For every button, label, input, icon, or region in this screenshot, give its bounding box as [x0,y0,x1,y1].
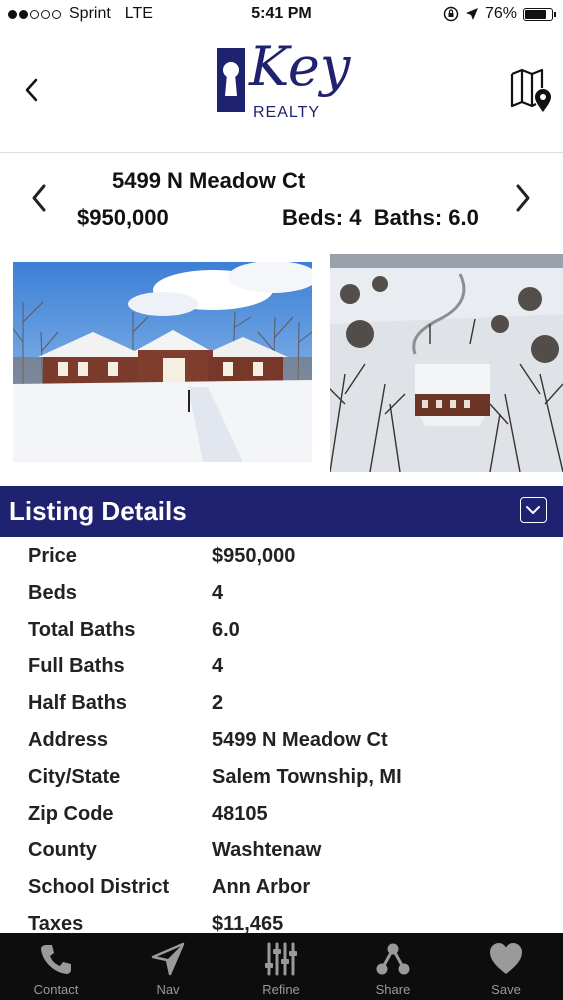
detail-value: 4 [212,581,224,604]
key-realty-logo: Key REALTY [213,38,353,138]
map-pin-icon [510,68,551,112]
detail-label: Zip Code [28,802,114,825]
battery-percent: 76% [484,5,517,22]
detail-row: Beds 4 [0,576,563,612]
detail-label: County [28,839,97,862]
collapse-toggle-button[interactable] [520,497,547,523]
next-listing-button[interactable] [510,180,534,216]
tab-contact[interactable]: Contact [0,933,112,1000]
detail-label: Price [28,545,77,567]
battery-icon [523,7,556,21]
detail-value: 2 [212,692,224,715]
tab-label: Contact [33,982,79,997]
detail-row: County Washtenaw [0,833,563,869]
listing-details-title: Listing Details [9,496,187,526]
logo-subtext: REALTY [253,104,321,121]
listing-price: $950,000 [77,205,169,230]
tab-label: Share [375,982,411,997]
listing-summary: 5499 N Meadow Ct $950,000 Beds: 4 Baths:… [0,152,563,244]
detail-value: Salem Township, MI [212,765,402,788]
tab-save[interactable]: Save [450,933,562,1000]
detail-label: Full Baths [28,655,125,678]
location-arrow-icon [465,8,478,20]
orientation-lock-icon [443,6,459,22]
detail-row: City/State Salem Township, MI [0,760,563,796]
tab-share[interactable]: Share [337,933,449,1000]
detail-label: Half Baths [28,692,127,715]
detail-value: $950,000 [212,545,296,567]
detail-row: School District Ann Arbor [0,870,563,906]
detail-row: Zip Code 48105 [0,797,563,833]
detail-row: Total Baths 6.0 [0,613,563,649]
phone-icon [41,945,71,974]
listing-photo-aerial[interactable] [330,254,563,472]
app-header: Key REALTY [0,30,563,153]
detail-label: Beds [28,581,77,604]
share-icon [376,943,410,975]
tab-label: Nav [156,982,180,997]
sliders-icon [265,942,297,976]
navigation-arrow-icon [151,942,185,976]
chevron-right-icon [516,184,530,212]
back-button[interactable] [18,70,46,110]
bottom-tab-bar: Contact Nav Refine Share Save [0,933,563,1000]
listing-details-header[interactable]: Listing Details [0,486,563,537]
detail-row: Address 5499 N Meadow Ct [0,723,563,759]
previous-listing-button[interactable] [28,180,52,216]
detail-value: 48105 [212,802,268,825]
listing-photo-front[interactable] [13,262,312,462]
detail-row: Half Baths 2 [0,686,563,722]
tab-label: Refine [262,982,300,997]
listing-beds-baths: Beds: 4 Baths: 6.0 [282,205,479,230]
chevron-left-icon [25,78,38,102]
listing-address: 5499 N Meadow Ct [112,168,306,193]
detail-label: City/State [28,765,121,788]
detail-label: Address [28,729,109,751]
tab-nav[interactable]: Nav [112,933,224,1000]
detail-value: Washtenaw [212,839,322,862]
tab-label: Save [491,982,521,997]
detail-label: School District [28,876,170,899]
detail-value: 6.0 [212,618,240,641]
status-bar: Sprint LTE 5:41 PM 76% [0,0,563,30]
detail-value: Ann Arbor [212,876,311,899]
detail-label: Total Baths [28,618,136,641]
detail-value: 5499 N Meadow Ct [212,729,388,751]
detail-value: 4 [212,655,224,678]
logo-word: Key [249,35,351,98]
chevron-left-icon [32,184,46,212]
tab-refine[interactable]: Refine [225,933,337,1000]
heart-icon [490,943,522,974]
detail-row: Price $950,000 [0,539,563,575]
keyhole-icon [217,48,245,112]
chevron-down-icon [526,506,540,514]
map-button[interactable] [508,66,556,114]
detail-row: Full Baths 4 [0,649,563,685]
